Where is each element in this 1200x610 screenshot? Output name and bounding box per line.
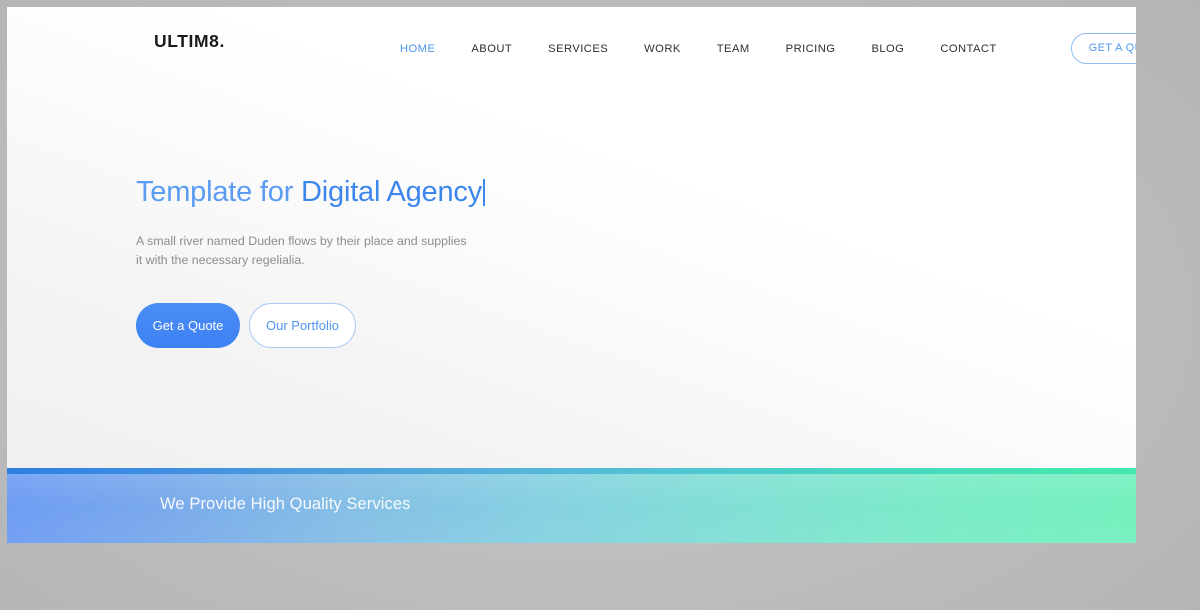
- services-heading: We Provide High Quality Services: [160, 495, 411, 513]
- services-section: We Provide High Quality Services: [7, 468, 1136, 543]
- our-portfolio-button[interactable]: Our Portfolio: [249, 303, 356, 349]
- nav-item-services[interactable]: SERVICES: [548, 37, 608, 61]
- nav-item-work[interactable]: WORK: [644, 37, 681, 61]
- nav-item-about[interactable]: ABOUT: [471, 37, 512, 61]
- hero-actions: Get a Quote Our Portfolio: [136, 303, 656, 349]
- site-header: ULTIM8. HOME ABOUT SERVICES WORK TEAM PR…: [7, 7, 1136, 79]
- hero-copy: Template for Digital Agency A small rive…: [136, 175, 656, 349]
- nav-item-contact[interactable]: CONTACT: [940, 37, 996, 61]
- nav-item-home[interactable]: HOME: [400, 37, 435, 61]
- nav-item-team[interactable]: TEAM: [717, 37, 750, 61]
- get-a-quote-button[interactable]: Get a Quote: [136, 303, 240, 349]
- hero-subtitle: A small river named Duden flows by their…: [136, 234, 467, 268]
- hero-title-highlight: Digital Agency: [301, 176, 483, 208]
- hero-section: ULTIM8. HOME ABOUT SERVICES WORK TEAM PR…: [7, 7, 1136, 468]
- nav-get-a-quote-button[interactable]: GET A QUOTE: [1070, 33, 1136, 64]
- typing-caret-icon: [483, 179, 486, 206]
- nav-item-pricing[interactable]: PRICING: [786, 37, 836, 61]
- browser-viewport: ULTIM8. HOME ABOUT SERVICES WORK TEAM PR…: [7, 7, 1136, 543]
- hero-title-lead: Template for: [136, 176, 302, 208]
- brand-logo[interactable]: ULTIM8.: [154, 31, 225, 52]
- desktop-backdrop: ULTIM8. HOME ABOUT SERVICES WORK TEAM PR…: [0, 0, 1200, 610]
- nav-item-blog[interactable]: BLOG: [871, 37, 904, 61]
- main-navigation: HOME ABOUT SERVICES WORK TEAM PRICING BL…: [400, 33, 1136, 64]
- hero-title: Template for Digital Agency: [136, 175, 656, 210]
